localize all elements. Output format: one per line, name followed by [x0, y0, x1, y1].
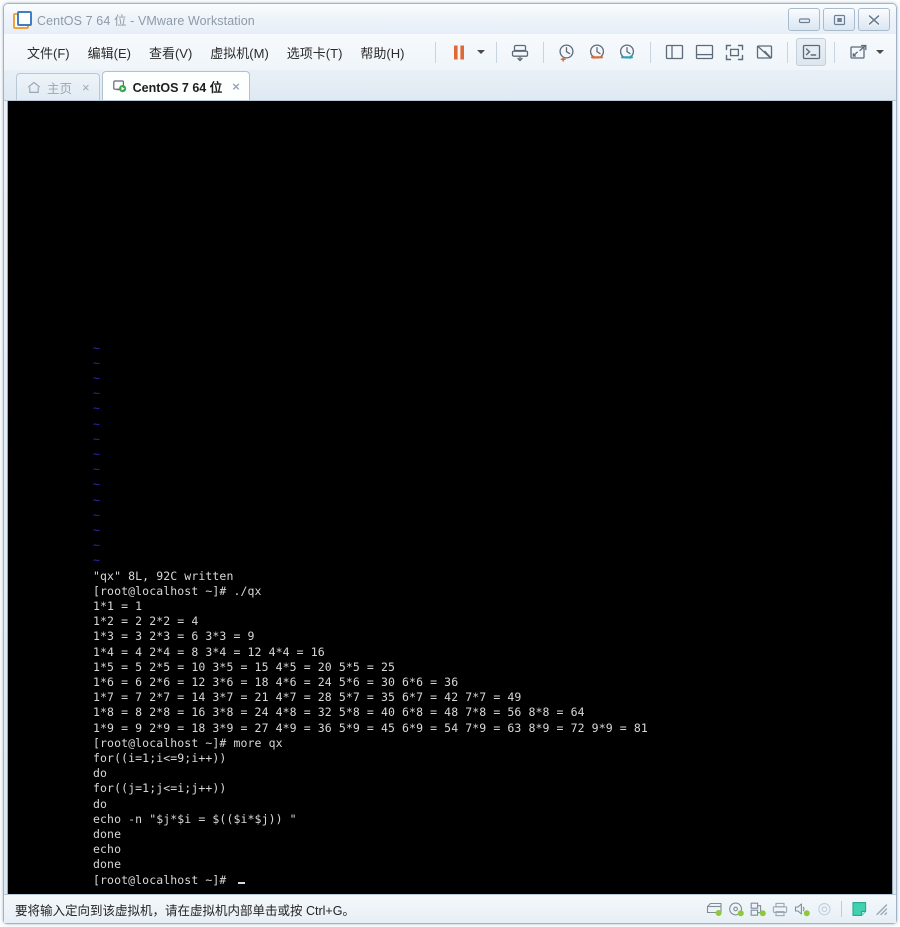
- terminal-line: echo: [93, 842, 122, 857]
- toolbar-separator: [496, 41, 498, 63]
- send-ctrl-alt-del-button[interactable]: [505, 38, 535, 66]
- vmware-logo-icon: [13, 10, 32, 29]
- terminal-line: for((j=1;j<=i;j++)): [93, 781, 227, 796]
- terminal-line: "qx" 8L, 92C written: [93, 568, 234, 583]
- terminal-line: done: [93, 827, 122, 841]
- network-icon[interactable]: [748, 899, 768, 919]
- vim-empty-line-marker: ~: [93, 355, 101, 370]
- toolbar-separator: [650, 41, 652, 63]
- menu-file[interactable]: 文件(F): [18, 40, 79, 65]
- vim-empty-line-marker: ~: [93, 431, 101, 446]
- terminal-cursor: [238, 881, 246, 884]
- terminal-line: for((i=1;i<=9;i++)): [93, 750, 227, 765]
- chevron-down-icon: [876, 50, 885, 54]
- vim-empty-line-marker: ~: [93, 386, 101, 401]
- window-title: CentOS 7 64 位 - VMware Workstation: [37, 13, 255, 28]
- home-icon: [27, 81, 41, 94]
- harddisk-icon[interactable]: [704, 899, 724, 919]
- close-button[interactable]: [858, 8, 890, 31]
- titlebar: CentOS 7 64 位 - VMware Workstation: [4, 4, 896, 34]
- tab-centos-label: CentOS 7 64 位: [132, 80, 223, 95]
- menu-view[interactable]: 查看(V): [140, 40, 201, 65]
- chevron-down-icon: [477, 50, 486, 54]
- terminal-line: 1*8 = 8 2*8 = 16 3*8 = 24 4*8 = 32 5*8 =…: [93, 705, 585, 720]
- unity-mode-button[interactable]: [749, 38, 779, 66]
- fit-window-dropdown[interactable]: [873, 39, 887, 65]
- console-view-button[interactable]: [796, 38, 827, 66]
- terminal-line: 1*3 = 3 2*3 = 6 3*3 = 9: [93, 629, 255, 644]
- fullscreen-button[interactable]: [719, 38, 749, 66]
- terminal-line: 1*1 = 1: [93, 598, 143, 613]
- terminal-line: 1*2 = 2 2*2 = 4: [93, 614, 199, 629]
- terminal-line: echo -n "$j*$i = $(($i*$j)) ": [93, 811, 297, 826]
- revert-snapshot-button[interactable]: [582, 38, 612, 66]
- terminal-line: 1*7 = 7 2*7 = 14 3*7 = 21 4*7 = 28 5*7 =…: [93, 690, 522, 705]
- menu-help[interactable]: 帮助(H): [351, 40, 413, 65]
- tab-centos-close-icon[interactable]: ×: [232, 80, 240, 93]
- vim-empty-line-marker: ~: [93, 492, 101, 507]
- terminal-line: [root@localhost ~]#: [93, 872, 234, 887]
- statusbar: 要将输入定向到该虚拟机，请在虚拟机内部单击或按 Ctrl+G。: [4, 894, 896, 923]
- toolbar-separator: [834, 41, 836, 63]
- terminal-line: [root@localhost ~]# more qx: [93, 735, 283, 750]
- vim-empty-line-marker: ~: [93, 416, 101, 431]
- toolbar-separator: [543, 41, 545, 63]
- fit-window-button[interactable]: [843, 38, 873, 66]
- vim-empty-line-marker: ~: [93, 401, 101, 416]
- terminal-line: done: [93, 857, 122, 872]
- snapshot-manager-button[interactable]: [612, 38, 642, 66]
- terminal-line: 1*4 = 4 2*4 = 8 3*4 = 12 4*4 = 16: [93, 644, 325, 659]
- snapshot-button[interactable]: [552, 38, 582, 66]
- tab-home[interactable]: 主页 ×: [16, 73, 100, 100]
- terminal-line: do: [93, 766, 108, 781]
- menu-edit[interactable]: 编辑(E): [79, 40, 140, 65]
- note-icon[interactable]: [849, 899, 869, 919]
- menubar-toolbar-row: 文件(F) 编辑(E) 查看(V) 虚拟机(M) 选项卡(T) 帮助(H): [4, 34, 896, 70]
- minimize-button[interactable]: [788, 8, 820, 31]
- vim-empty-line-marker: ~: [93, 340, 101, 355]
- tabstrip: 主页 × CentOS 7 64 位 ×: [4, 70, 896, 101]
- toolbar: [427, 38, 887, 66]
- menu-tabs[interactable]: 选项卡(T): [278, 40, 352, 65]
- vm-display-area[interactable]: ~ ~ ~ ~ ~ ~ ~ ~ ~ ~ ~ ~ ~ ~ ~ "qx" 8L, 9…: [7, 101, 893, 894]
- tab-home-close-icon[interactable]: ×: [82, 81, 90, 94]
- toolbar-separator: [435, 41, 437, 63]
- vim-empty-line-marker: ~: [93, 462, 101, 477]
- restore-button[interactable]: [823, 8, 855, 31]
- vim-empty-line-marker: ~: [93, 507, 101, 522]
- usb-icon[interactable]: [814, 899, 834, 919]
- vim-empty-line-marker: ~: [93, 446, 101, 461]
- vmware-workstation-window: CentOS 7 64 位 - VMware Workstation 文件(F)…: [3, 3, 897, 924]
- resize-grip-icon[interactable]: [874, 902, 888, 916]
- vim-empty-line-marker: ~: [93, 538, 101, 553]
- cd-icon[interactable]: [726, 899, 746, 919]
- terminal-line: 1*5 = 5 2*5 = 10 3*5 = 15 4*5 = 20 5*5 =…: [93, 659, 396, 674]
- terminal-line: [root@localhost ~]# ./qx: [93, 583, 262, 598]
- vim-empty-line-marker: ~: [93, 370, 101, 385]
- vim-empty-line-marker: ~: [93, 522, 101, 537]
- status-device-icons: [704, 895, 888, 923]
- show-library-button[interactable]: [659, 38, 689, 66]
- status-message: 要将输入定向到该虚拟机，请在虚拟机内部单击或按 Ctrl+G。: [15, 903, 355, 918]
- terminal-line: 1*6 = 6 2*6 = 12 3*6 = 18 4*6 = 24 5*6 =…: [93, 674, 459, 689]
- terminal-line: do: [93, 796, 108, 811]
- toolbar-separator: [787, 41, 789, 63]
- suspend-button[interactable]: [444, 38, 474, 66]
- window-controls: [788, 8, 890, 31]
- vim-empty-line-marker: ~: [93, 553, 101, 568]
- tab-home-label: 主页: [47, 81, 73, 96]
- terminal-line: 1*9 = 9 2*9 = 18 3*9 = 27 4*9 = 36 5*9 =…: [93, 720, 648, 735]
- show-thumbnail-bar-button[interactable]: [689, 38, 719, 66]
- speaker-icon[interactable]: [792, 899, 812, 919]
- vim-empty-line-marker: ~: [93, 477, 101, 492]
- power-dropdown-button[interactable]: [474, 39, 488, 65]
- titlebar-left: CentOS 7 64 位 - VMware Workstation: [13, 4, 255, 34]
- printer-icon[interactable]: [770, 899, 790, 919]
- vm-play-icon: [112, 79, 127, 93]
- status-separator: [841, 901, 842, 917]
- menu-vm[interactable]: 虚拟机(M): [201, 40, 278, 65]
- tab-centos[interactable]: CentOS 7 64 位 ×: [101, 71, 250, 100]
- terminal-output[interactable]: ~ ~ ~ ~ ~ ~ ~ ~ ~ ~ ~ ~ ~ ~ ~ "qx" 8L, 9…: [93, 341, 648, 888]
